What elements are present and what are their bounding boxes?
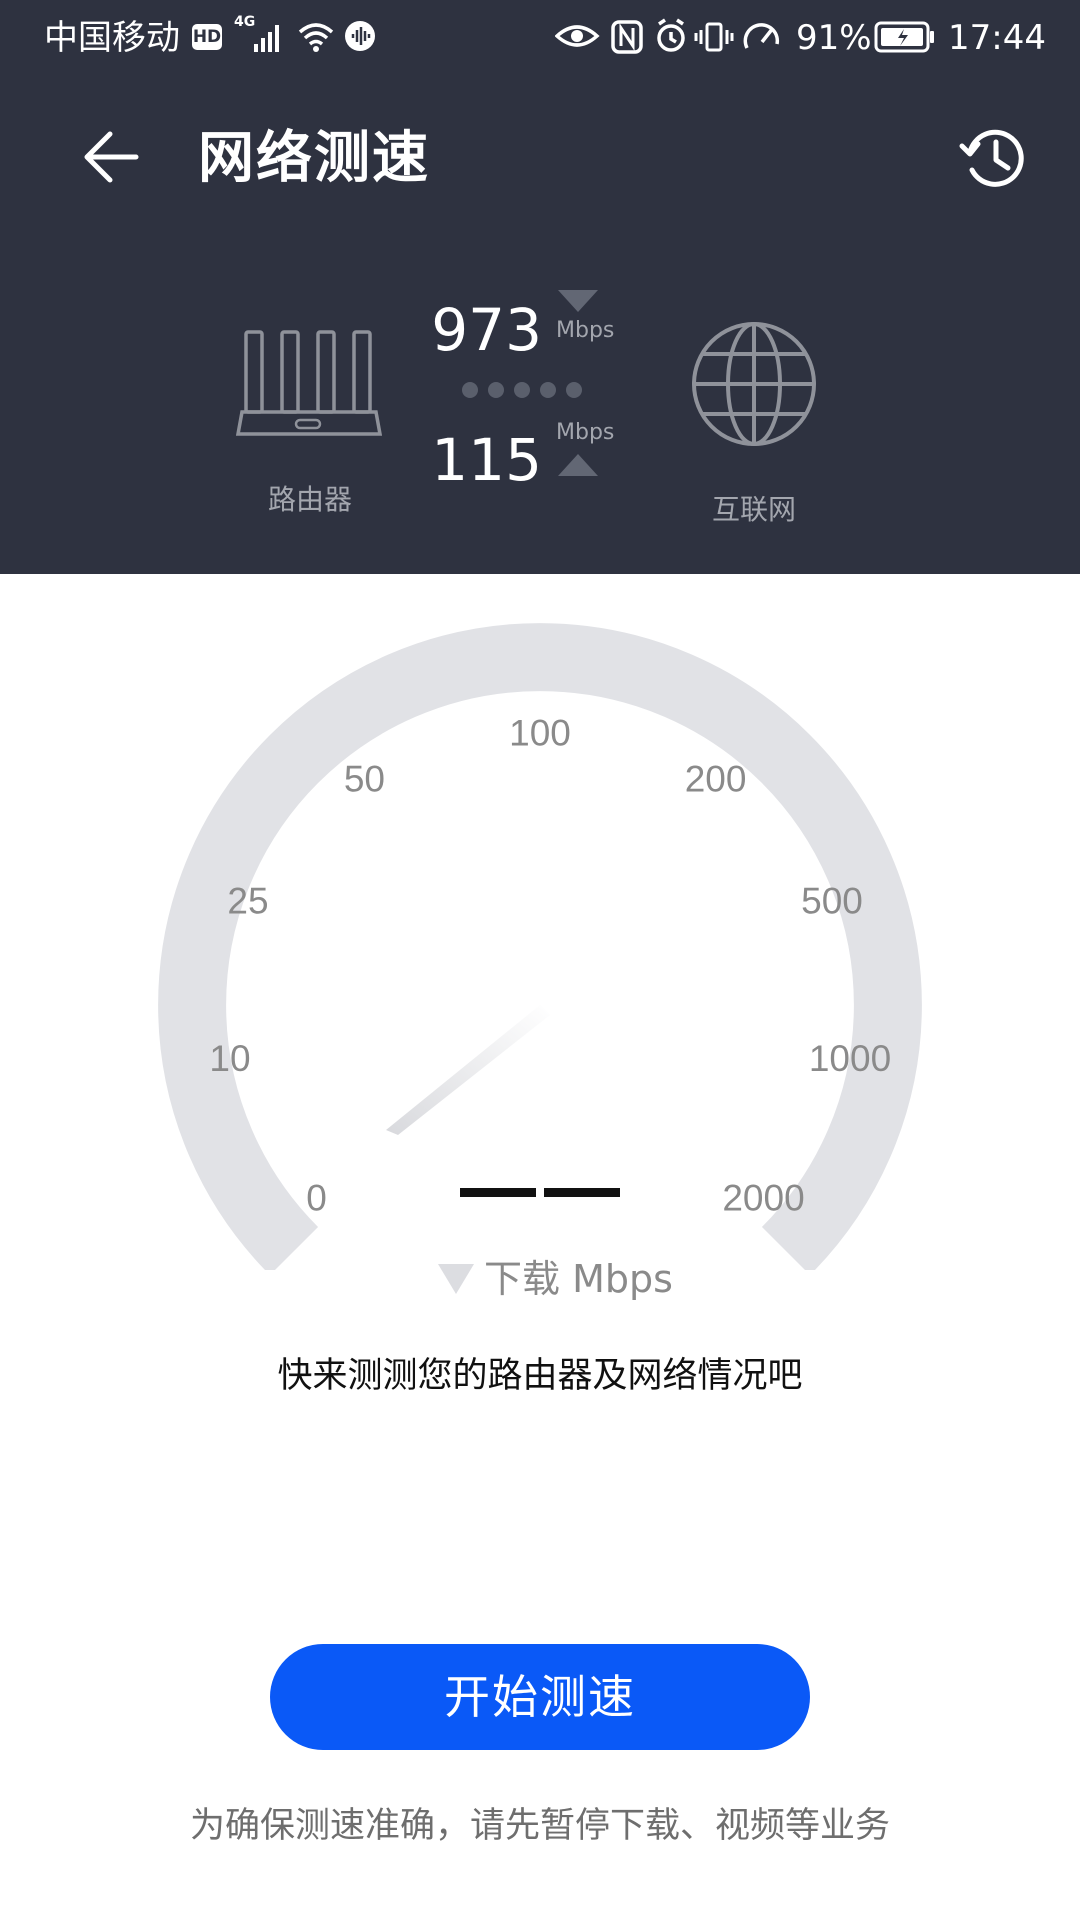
- connection-dots: [462, 382, 582, 398]
- carrier-name: 中国移动: [44, 18, 180, 58]
- footnote-text: 为确保测速准确，请先暂停下载、视频等业务: [189, 1806, 890, 1846]
- battery-percent: 91%: [796, 18, 872, 58]
- gauge-scale-label: 1000: [809, 1038, 891, 1079]
- speed-gauge: 0 10 25 50 100 200 500 1000 2000: [158, 622, 922, 1270]
- gauge-scale-label: 50: [344, 758, 385, 799]
- vibrate-icon: [694, 22, 734, 52]
- gauge-scale-label: 2000: [722, 1178, 804, 1219]
- speedometer-icon: [743, 23, 780, 49]
- signal-wifi-icons: [254, 21, 375, 52]
- connection-dot: [514, 382, 530, 398]
- clock: 17:44: [948, 18, 1046, 58]
- nfc-icon: [611, 20, 643, 54]
- signal-icon: [254, 25, 279, 52]
- gauge-reading-placeholder: [460, 1188, 620, 1204]
- router-label: 路由器: [267, 483, 352, 516]
- download-arrow-icon: [438, 1264, 474, 1294]
- gauge-unit-label: 下载 Mbps: [484, 1257, 673, 1301]
- gauge-scale-label: 25: [227, 881, 268, 922]
- system-icons: [555, 18, 780, 54]
- gauge-scale-label: 10: [209, 1038, 250, 1079]
- reading-dash: [460, 1188, 536, 1197]
- start-test-button[interactable]: 开始测速: [270, 1644, 810, 1750]
- globe-icon: [692, 322, 816, 446]
- router-icon: [236, 330, 382, 436]
- wifi-icon: [298, 23, 334, 46]
- reading-dash: [544, 1188, 620, 1197]
- gauge-needle: [386, 1005, 550, 1135]
- audio-icon: [345, 21, 375, 51]
- gauge-scale-label: 0: [306, 1178, 327, 1219]
- back-arrow-icon[interactable]: [78, 122, 148, 192]
- connection-dot: [540, 382, 556, 398]
- gauge-scale-label: 100: [509, 713, 571, 754]
- upload-speed-unit: Mbps: [556, 420, 615, 445]
- upload-speed-value: 115: [431, 426, 542, 494]
- download-arrow-icon: [558, 290, 598, 312]
- battery-icon: [874, 21, 934, 53]
- hd-icon: HD: [192, 24, 222, 50]
- upload-arrow-icon: [558, 454, 598, 476]
- alarm-icon: [657, 18, 685, 52]
- history-icon[interactable]: [958, 122, 1030, 194]
- connection-dot: [566, 382, 582, 398]
- hint-text: 快来测测您的路由器及网络情况吧: [277, 1356, 803, 1396]
- connection-dot: [488, 382, 504, 398]
- connection-dot: [462, 382, 478, 398]
- download-speed-unit: Mbps: [556, 318, 615, 343]
- download-speed-value: 973: [431, 296, 542, 364]
- page-title: 网络测速: [198, 126, 430, 191]
- internet-label: 互联网: [711, 493, 796, 526]
- header: 中国移动 HD 4G 91% 17:44 网络测速 路由器 973 Mbps M…: [0, 0, 1080, 574]
- status-bar: 中国移动 HD 4G 91% 17:44: [0, 0, 1080, 76]
- gauge-scale-label: 500: [801, 881, 863, 922]
- gauge-scale-label: 200: [685, 758, 747, 799]
